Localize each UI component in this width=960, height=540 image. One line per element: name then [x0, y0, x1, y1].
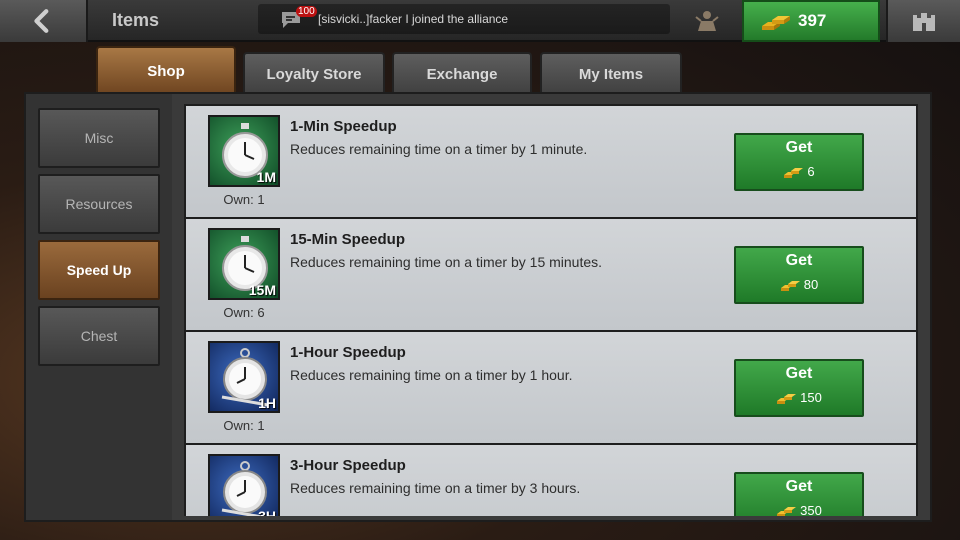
- item-name: 1-Hour Speedup: [290, 344, 406, 361]
- gold-bars-icon: [777, 506, 797, 516]
- list-item: 3H 3-Hour Speedup Reduces remaining time…: [186, 445, 916, 516]
- get-button[interactable]: Get 350: [734, 472, 864, 516]
- item-icon-frame: 1H: [208, 341, 280, 413]
- item-name: 3-Hour Speedup: [290, 457, 406, 474]
- get-button[interactable]: Get 80: [734, 246, 864, 304]
- item-duration-tag: 3H: [258, 508, 276, 516]
- chat-unread-badge: 100: [296, 6, 317, 17]
- list-item: 1M Own: 1 1-Min Speedup Reduces remainin…: [186, 106, 916, 217]
- item-cost-value: 80: [803, 277, 819, 292]
- gold-amount: 397: [798, 11, 827, 30]
- chat-ticker[interactable]: 100 [sisvicki..]facker I joined the alli…: [258, 4, 670, 34]
- item-icon-frame: 1M: [208, 115, 280, 187]
- category-resources[interactable]: Resources: [38, 174, 160, 234]
- tab-exchange[interactable]: Exchange: [392, 52, 532, 94]
- get-button[interactable]: Get 6: [734, 133, 864, 191]
- category-speed-up[interactable]: Speed Up: [38, 240, 160, 300]
- get-button-label: Get: [785, 478, 813, 495]
- item-icon-frame: 3H: [208, 454, 280, 516]
- item-description: Reduces remaining time on a timer by 3 h…: [290, 480, 581, 496]
- item-duration-tag: 1M: [256, 169, 276, 185]
- get-button-label: Get: [785, 365, 813, 382]
- item-description: Reduces remaining time on a timer by 15 …: [290, 254, 603, 270]
- category-misc[interactable]: Misc: [38, 108, 160, 168]
- tab-my-items[interactable]: My Items: [540, 52, 682, 94]
- tab-shop[interactable]: Shop: [96, 46, 236, 94]
- item-owned-count: Own: 1: [223, 418, 265, 433]
- category-sidebar: Misc Resources Speed Up Chest: [26, 94, 172, 520]
- list-item: 1H Own: 1 1-Hour Speedup Reduces remaini…: [186, 332, 916, 443]
- back-button[interactable]: [0, 0, 88, 42]
- item-duration-tag: 15M: [248, 282, 276, 298]
- gold-balance-button[interactable]: 397: [742, 0, 880, 42]
- get-button[interactable]: Get 150: [734, 359, 864, 417]
- item-owned-count: Own: 6: [223, 305, 265, 320]
- item-name: 1-Min Speedup: [290, 118, 397, 135]
- gold-bars-icon: [780, 280, 800, 291]
- castle-button[interactable]: [886, 0, 960, 42]
- item-duration-tag: 1H: [258, 395, 276, 411]
- item-icon-frame: 15M: [208, 228, 280, 300]
- back-arrow-icon: [34, 9, 49, 33]
- item-cost: 350: [736, 503, 862, 516]
- get-button-label: Get: [785, 252, 813, 269]
- item-list[interactable]: 1M Own: 1 1-Min Speedup Reduces remainin…: [184, 104, 918, 516]
- list-item: 15M Own: 6 15-Min Speedup Reduces remain…: [186, 219, 916, 330]
- item-cost: 6: [736, 164, 862, 179]
- get-button-label: Get: [785, 139, 813, 156]
- tab-loyalty-store[interactable]: Loyalty Store: [243, 52, 385, 94]
- item-name: 15-Min Speedup: [290, 231, 406, 248]
- item-cost: 150: [736, 390, 862, 405]
- page-title: Items: [112, 10, 160, 30]
- gold-bars-icon: [762, 16, 790, 30]
- item-description: Reduces remaining time on a timer by 1 m…: [290, 141, 588, 157]
- item-cost: 80: [736, 277, 862, 292]
- category-chest[interactable]: Chest: [38, 306, 160, 366]
- alliance-icon[interactable]: [694, 9, 720, 33]
- item-description: Reduces remaining time on a timer by 1 h…: [290, 367, 573, 383]
- item-cost-value: 150: [800, 390, 822, 405]
- chat-message: [sisvicki..]facker I joined the alliance: [318, 12, 509, 26]
- top-bar: Items 100 [sisvicki..]facker I joined th…: [0, 0, 960, 42]
- castle-icon: [913, 13, 935, 31]
- gold-bars-icon: [777, 393, 797, 404]
- item-cost-value: 350: [800, 503, 822, 516]
- gold-bars-icon: [784, 167, 804, 178]
- item-cost-value: 6: [807, 164, 815, 179]
- item-owned-count: Own: 1: [223, 192, 265, 207]
